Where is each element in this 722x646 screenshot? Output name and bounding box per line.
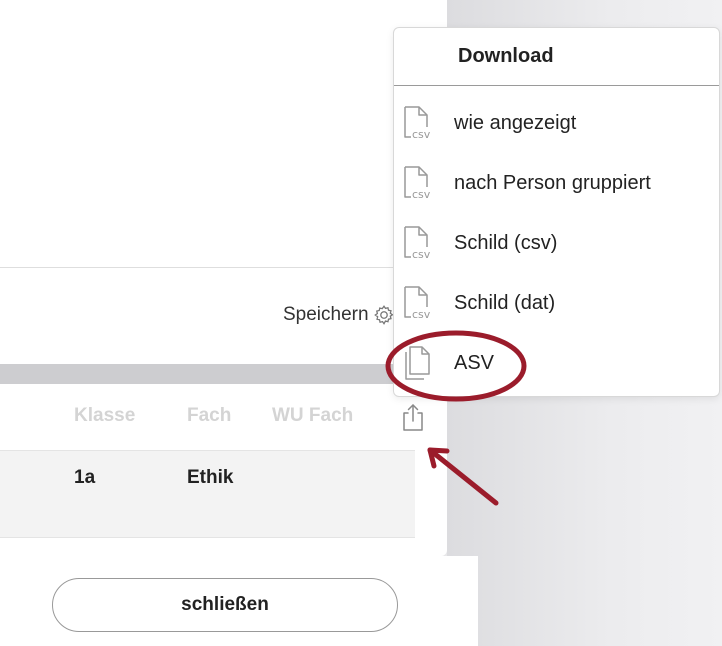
gear-icon (373, 305, 394, 325)
export-icon[interactable] (400, 402, 426, 432)
menu-item-schild-dat[interactable]: csv Schild (dat) (394, 275, 719, 331)
column-header-klasse[interactable]: Klasse (74, 405, 135, 427)
menu-item-label: nach Person gruppiert (454, 171, 651, 194)
menu-item-label: Schild (csv) (454, 231, 558, 254)
svg-text:csv: csv (412, 128, 431, 141)
csv-file-icon: csv (404, 106, 431, 141)
save-button-label: Speichern (283, 304, 369, 325)
menu-item-label: Schild (dat) (454, 291, 556, 314)
menu-title: Download (394, 28, 719, 86)
csv-file-icon: csv (404, 226, 431, 261)
menu-item-asv[interactable]: ASV (394, 335, 719, 391)
menu-title-text: Download (458, 45, 554, 67)
download-menu: Download csv wie angezeigt csv nach Pers… (393, 27, 720, 397)
svg-text:csv: csv (412, 188, 431, 201)
save-button[interactable]: Speichern (283, 302, 395, 328)
close-button[interactable]: schließen (52, 578, 398, 632)
menu-item-schild-csv[interactable]: csv Schild (csv) (394, 215, 719, 271)
svg-text:csv: csv (412, 248, 431, 261)
menu-item-nach-person-gruppiert[interactable]: csv nach Person gruppiert (394, 155, 719, 211)
close-button-label: schließen (181, 594, 269, 615)
separator-band (0, 364, 447, 384)
cell-fach: Ethik (187, 467, 234, 488)
menu-item-wie-angezeigt[interactable]: csv wie angezeigt (394, 95, 719, 151)
divider (0, 267, 447, 268)
menu-item-label: wie angezeigt (454, 111, 577, 134)
svg-text:csv: csv (412, 308, 431, 321)
column-header-fach[interactable]: Fach (187, 405, 231, 427)
menu-item-label: ASV (454, 351, 495, 374)
column-header-wu-fach[interactable]: WU Fach (272, 405, 353, 427)
copy-file-icon (405, 346, 430, 380)
table-row[interactable] (0, 450, 415, 538)
cell-klasse: 1a (74, 467, 96, 488)
csv-file-icon: csv (404, 166, 431, 201)
csv-file-icon: csv (404, 286, 431, 321)
